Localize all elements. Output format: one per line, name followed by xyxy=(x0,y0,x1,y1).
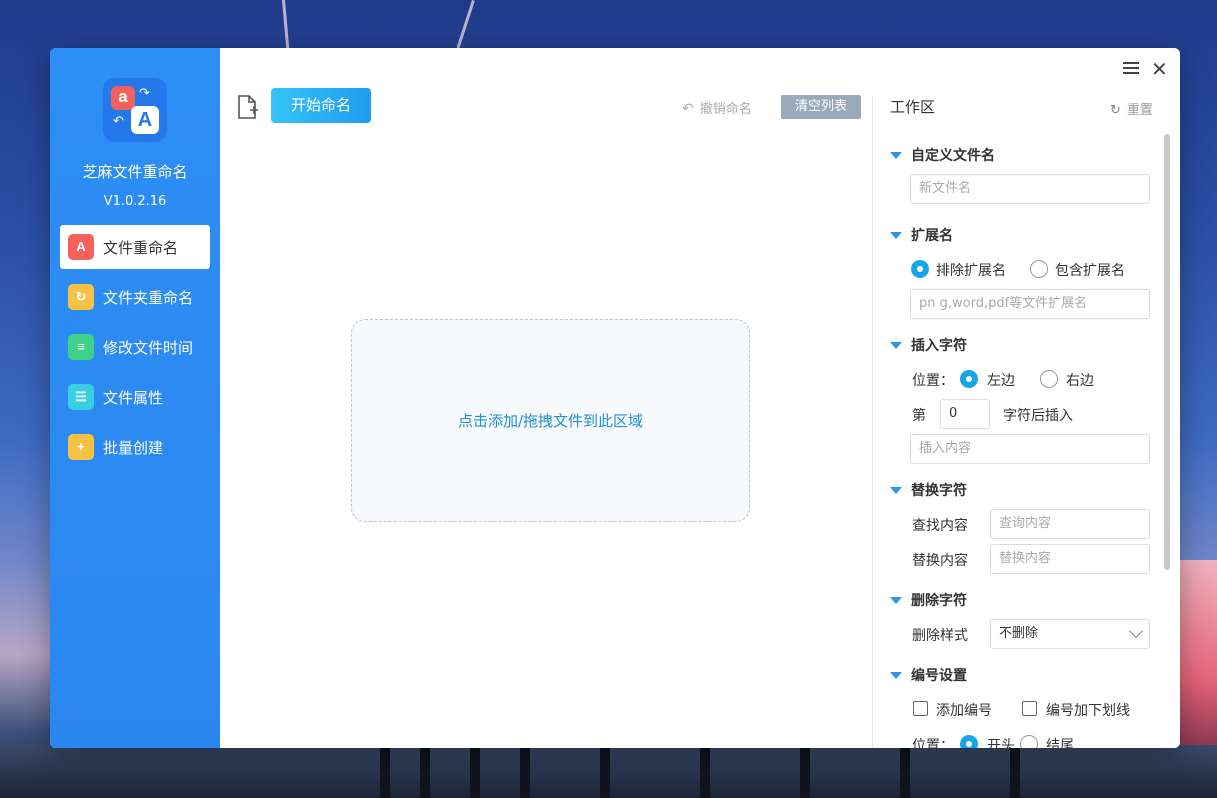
section-insert[interactable]: 插入字符 xyxy=(890,335,967,355)
undo-icon: ↶ xyxy=(682,101,694,117)
start-rename-button[interactable]: 开始命名 xyxy=(271,88,371,123)
panel-scrollbar-thumb[interactable] xyxy=(1164,134,1170,570)
app-logo: a ↷ ↶ A xyxy=(103,78,167,142)
section-title: 插入字符 xyxy=(911,338,967,354)
include-extension-label: 包含扩展名 xyxy=(1055,263,1125,279)
new-filename-input[interactable]: 新文件名 xyxy=(910,174,1150,204)
number-underline-checkbox[interactable] xyxy=(1022,701,1037,716)
collapse-triangle-icon xyxy=(890,231,902,239)
sidebar-item-label: 文件重命名 xyxy=(103,238,179,257)
insert-index-prefix: 第 xyxy=(912,408,926,424)
insert-left-label: 左边 xyxy=(987,373,1015,389)
sidebar-item-folder-rename[interactable]: ↻ 文件夹重命名 xyxy=(60,275,210,319)
drop-zone-text: 点击添加/拖拽文件到此区域 xyxy=(457,412,644,430)
section-title: 自定义文件名 xyxy=(911,148,995,164)
insert-right-label: 右边 xyxy=(1066,373,1094,389)
section-title: 替换字符 xyxy=(911,483,967,499)
delete-style-label: 删除样式 xyxy=(912,628,968,644)
main-area: 开始命名 ↶ 撤销命名 清空列表 点击添加/拖拽文件到此区域 xyxy=(220,48,872,748)
sidebar-item-file-rename[interactable]: A 文件重命名 xyxy=(60,225,210,269)
insert-position-label: 位置： xyxy=(912,373,954,389)
section-extension[interactable]: 扩展名 xyxy=(890,225,953,245)
file-drop-zone[interactable]: 点击添加/拖拽文件到此区域 xyxy=(351,319,750,522)
number-end-radio[interactable] xyxy=(1020,735,1038,748)
sidebar-item-label: 文件属性 xyxy=(103,388,164,407)
number-start-label: 开头 xyxy=(987,738,1015,748)
replace-label: 替换内容 xyxy=(912,553,968,569)
collapse-triangle-icon xyxy=(890,671,902,679)
collapse-triangle-icon xyxy=(890,341,902,349)
include-extension-radio[interactable] xyxy=(1030,260,1048,278)
replace-input[interactable]: 替换内容 xyxy=(990,544,1150,574)
sidebar: a ↷ ↶ A 芝麻文件重命名 V1.0.2.16 A 文件重命名 ↻ 文件夹重… xyxy=(50,48,220,748)
add-number-checkbox[interactable] xyxy=(913,701,928,716)
app-name: 芝麻文件重命名 xyxy=(82,163,188,181)
collapse-triangle-icon xyxy=(890,486,902,494)
menu-icon[interactable] xyxy=(1123,60,1139,76)
sidebar-item-file-time[interactable]: ≡ 修改文件时间 xyxy=(60,325,210,369)
app-version: V1.0.2.16 xyxy=(103,194,167,209)
chevron-down-icon xyxy=(1128,623,1144,639)
insert-content-input[interactable]: 插入内容 xyxy=(910,434,1150,464)
find-input[interactable]: 查询内容 xyxy=(990,509,1150,539)
insert-left-radio[interactable] xyxy=(960,370,978,388)
add-number-label: 添加编号 xyxy=(936,703,992,719)
number-end-label: 结尾 xyxy=(1046,738,1074,748)
insert-right-radio[interactable] xyxy=(1040,370,1058,388)
refresh-icon: ↻ xyxy=(1110,103,1121,118)
insert-index-input[interactable]: 0 xyxy=(940,399,990,429)
app-window: a ↷ ↶ A 芝麻文件重命名 V1.0.2.16 A 文件重命名 ↻ 文件夹重… xyxy=(50,48,1180,748)
work-panel: ✕ 工作区 ↻ 重置 自定义文件名 新文件名 扩展名 排除扩展名 包含扩展名 pn… xyxy=(873,48,1180,748)
section-custom-name[interactable]: 自定义文件名 xyxy=(890,145,995,165)
undo-rename-button[interactable]: ↶ 撤销命名 xyxy=(682,98,752,117)
section-numbering[interactable]: 编号设置 xyxy=(890,665,967,685)
section-title: 删除字符 xyxy=(911,593,967,609)
clear-list-button[interactable]: 清空列表 xyxy=(781,95,861,119)
delete-style-select[interactable]: 不删除 xyxy=(990,619,1150,649)
add-file-icon[interactable] xyxy=(236,94,258,120)
file-attribute-icon: ☰ xyxy=(68,384,94,410)
number-start-radio[interactable] xyxy=(960,735,978,748)
find-label: 查找内容 xyxy=(912,518,968,534)
collapse-triangle-icon xyxy=(890,596,902,604)
file-rename-icon: A xyxy=(68,234,94,260)
close-icon[interactable]: ✕ xyxy=(1151,57,1168,81)
batch-create-icon: + xyxy=(68,434,94,460)
sidebar-item-label: 文件夹重命名 xyxy=(103,288,194,307)
sidebar-item-label: 批量创建 xyxy=(103,438,164,457)
number-position-label: 位置： xyxy=(912,738,954,748)
folder-rename-icon: ↻ xyxy=(68,284,94,310)
extension-filter-input[interactable]: pn g,word,pdf等文件扩展名 xyxy=(910,289,1150,319)
number-underline-label: 编号加下划线 xyxy=(1046,703,1130,719)
collapse-triangle-icon xyxy=(890,151,902,159)
section-title: 扩展名 xyxy=(911,228,953,244)
exclude-extension-radio[interactable] xyxy=(911,260,929,278)
exclude-extension-label: 排除扩展名 xyxy=(936,263,1006,279)
undo-label: 撤销命名 xyxy=(699,102,752,117)
sidebar-item-file-attribute[interactable]: ☰ 文件属性 xyxy=(60,375,210,419)
section-title: 编号设置 xyxy=(911,668,967,684)
reset-label: 重置 xyxy=(1126,103,1153,118)
panel-title: 工作区 xyxy=(890,98,936,116)
sidebar-item-label: 修改文件时间 xyxy=(103,338,194,357)
section-replace[interactable]: 替换字符 xyxy=(890,480,967,500)
sidebar-nav: A 文件重命名 ↻ 文件夹重命名 ≡ 修改文件时间 ☰ 文件属性 + 批量创建 xyxy=(60,225,210,475)
sidebar-item-batch-create[interactable]: + 批量创建 xyxy=(60,425,210,469)
section-delete[interactable]: 删除字符 xyxy=(890,590,967,610)
insert-index-suffix: 字符后插入 xyxy=(1003,408,1073,424)
reset-button[interactable]: ↻ 重置 xyxy=(1110,99,1153,118)
file-time-icon: ≡ xyxy=(68,334,94,360)
